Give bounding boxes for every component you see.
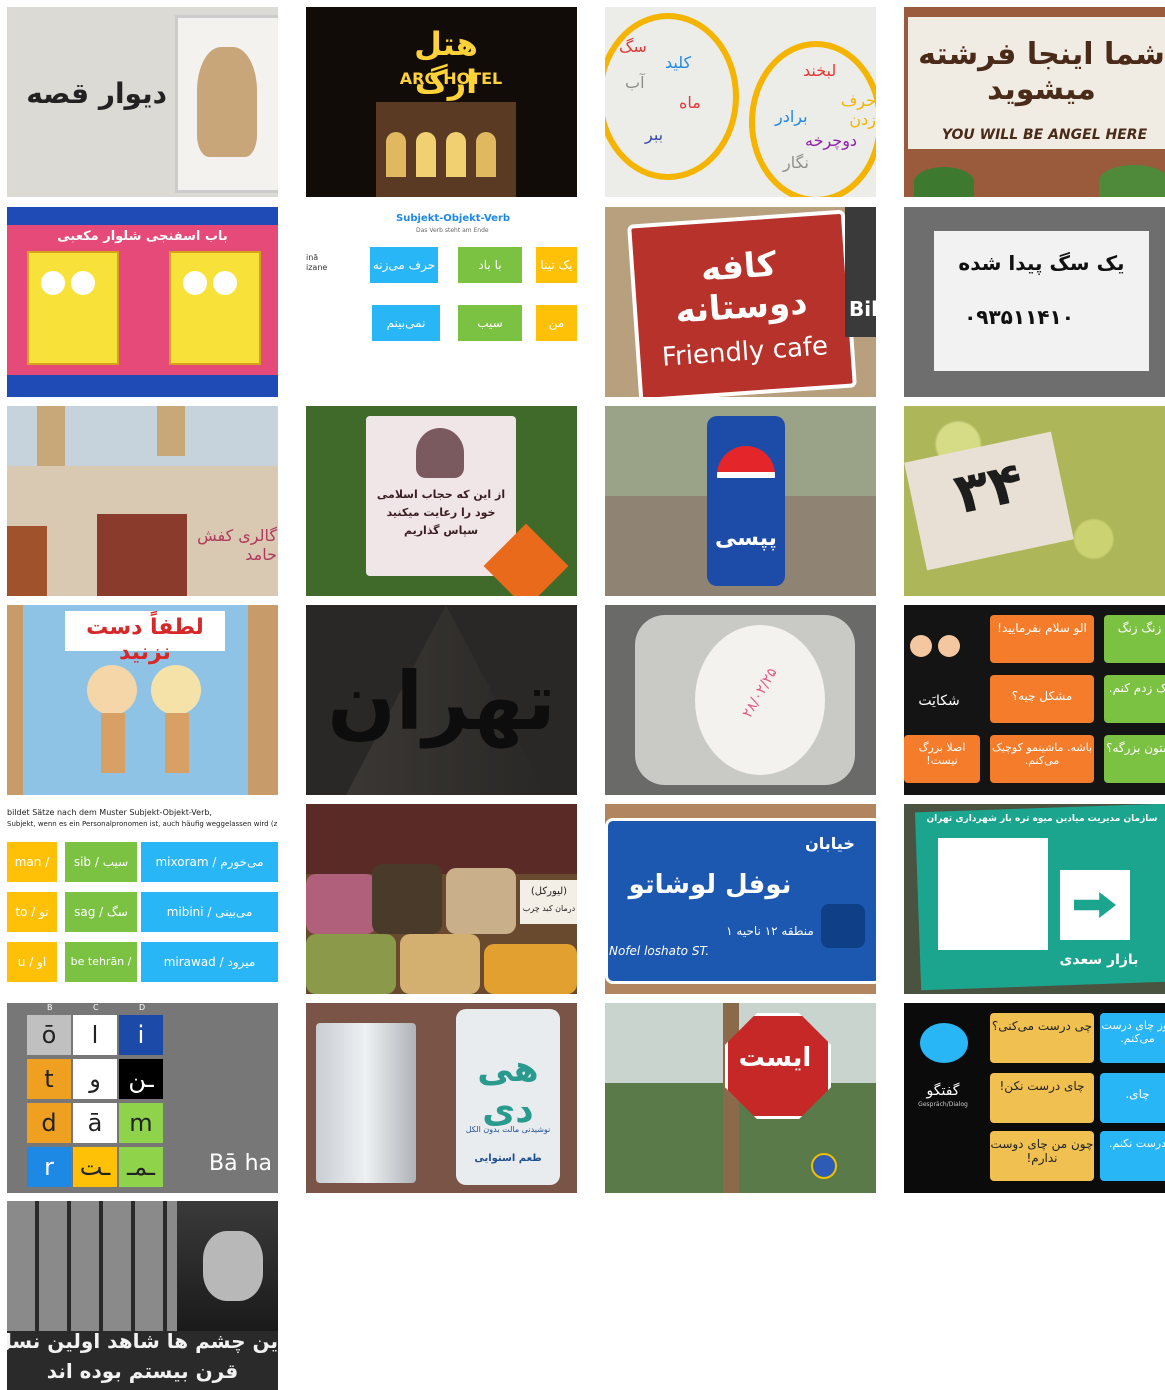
malt-brand: هی دی bbox=[477, 1049, 539, 1131]
image-tile-sov-table[interactable]: bildet Sätze nach dem Muster Subjekt-Obj… bbox=[7, 804, 278, 994]
image-tile-malt-drink[interactable]: هی دی نوشیدنی مالت بدون الکل طعم استوایی bbox=[306, 1003, 577, 1193]
image-tile-egg[interactable]: ۲۸/۰۲/۲۵ bbox=[605, 605, 876, 795]
shop-sign: گالری کفش حامد bbox=[197, 526, 277, 564]
image-tile-word-circles[interactable]: سگ کلید آب ماه ببر لبخند حرف زدن برادر د… bbox=[605, 7, 876, 197]
angel-sign-fa: شما اینجا فرشته میشوید bbox=[918, 37, 1165, 107]
image-tile-tehran-night[interactable]: تهران bbox=[306, 605, 577, 795]
image-tile-arg-hotel[interactable]: هتل ارگ ARG HOTEL bbox=[306, 7, 577, 197]
sov-subtitle: Das Verb steht am Ende bbox=[416, 227, 489, 234]
image-tile-spices[interactable]: (لیورکل) درمان کبد چرب bbox=[306, 804, 577, 994]
image-tile-angel-sign[interactable]: شما اینجا فرشته میشوید YOU WILL BE ANGEL… bbox=[904, 7, 1165, 197]
pepsi-label: پپسی bbox=[715, 526, 777, 551]
image-tile-pepsi[interactable]: پپسی bbox=[605, 406, 876, 596]
image-tile-grapes-price[interactable]: ۳۴ bbox=[904, 406, 1165, 596]
image-tile-do-not-touch[interactable]: لطفاً دست نزنید bbox=[7, 605, 278, 795]
image-tile-street-sign[interactable]: خیابان نوفل لوشاتو منطقه ۱۲ ناحیه ۱ Nofe… bbox=[605, 804, 876, 994]
image-tile-hijab-sign[interactable]: از این که حجاب اسلامی خود را رعایت میکنی… bbox=[306, 406, 577, 596]
image-tile-sov-slide[interactable]: Subjekt-Objekt-Verb Das Verb steht am En… bbox=[306, 207, 577, 397]
found-dog-line2: ۰۹۳۵۱۱۴۱۰ bbox=[964, 305, 1074, 329]
image-tile-found-dog[interactable]: یک سگ پیدا شده ۰۹۳۵۱۱۴۱۰ bbox=[904, 207, 1165, 397]
sov-title: Subjekt-Objekt-Verb bbox=[396, 213, 511, 224]
image-tile-shop-building[interactable]: گالری کفش حامد bbox=[7, 406, 278, 596]
hotel-sign-en: ARG HOTEL bbox=[399, 69, 503, 88]
image-tile-alphabet-grid[interactable]: B C D ō ا i t و ـن d ā m r ـت ـمـ Bā ha bbox=[7, 1003, 278, 1193]
image-tile-story-wall[interactable]: دیوار قصه bbox=[7, 7, 278, 197]
image-grid: دیوار قصه هتل ارگ ARG HOTEL سگ کلید آب م… bbox=[0, 0, 1165, 1390]
street-sign-sub: منطقه ۱۲ ناحیه ۱ bbox=[726, 924, 814, 938]
tea-dialog-label: گفتگو bbox=[926, 1083, 960, 1099]
hotel-sign-fa: هتل ارگ bbox=[414, 25, 478, 101]
image-tile-portraits-wall[interactable]: ین چشم ها شاهد اولین نسل کشی قرن بیستم ب… bbox=[7, 1201, 278, 1390]
street-sign-main: نوفل لوشاتو bbox=[628, 870, 792, 900]
image-tile-friendly-cafe[interactable]: کافه دوستانه Friendly cafe Bik bbox=[605, 207, 876, 397]
street-sign-en: Nofel loshato ST. bbox=[609, 944, 710, 958]
wall-text: دیوار قصه bbox=[26, 77, 167, 110]
image-tile-spongebob[interactable]: باب اسفنجی شلوار مکعبی bbox=[7, 207, 278, 397]
stop-text: ایست bbox=[738, 1043, 812, 1073]
complaint-label: شکایَت bbox=[918, 693, 960, 709]
image-tile-stop-sign[interactable]: ایست bbox=[605, 1003, 876, 1193]
cafe-sign-fa: کافه دوستانه bbox=[674, 244, 809, 332]
do-not-touch-text: لطفاً دست نزنید bbox=[86, 615, 204, 665]
found-dog-line1: یک سگ پیدا شده bbox=[958, 251, 1125, 275]
image-tile-market-sign[interactable]: سازمان مدیریت میادین میوه تره بار شهردار… bbox=[904, 804, 1165, 994]
angel-sign-en: YOU WILL BE ANGEL HERE bbox=[941, 127, 1148, 143]
spongebob-banner: باب اسفنجی شلوار مکعبی bbox=[57, 229, 228, 244]
image-tile-tea-dialog[interactable]: گفتگو Gespräch/Dialog چی درست می‌کنی؟ رو… bbox=[904, 1003, 1165, 1193]
tehran-letters: تهران bbox=[327, 655, 556, 748]
street-sign-top: خیابان bbox=[805, 834, 855, 853]
image-tile-complaint-dialog[interactable]: شکایَت الو سلام بفرمایید! زنگ زنگ مشکل چ… bbox=[904, 605, 1165, 795]
